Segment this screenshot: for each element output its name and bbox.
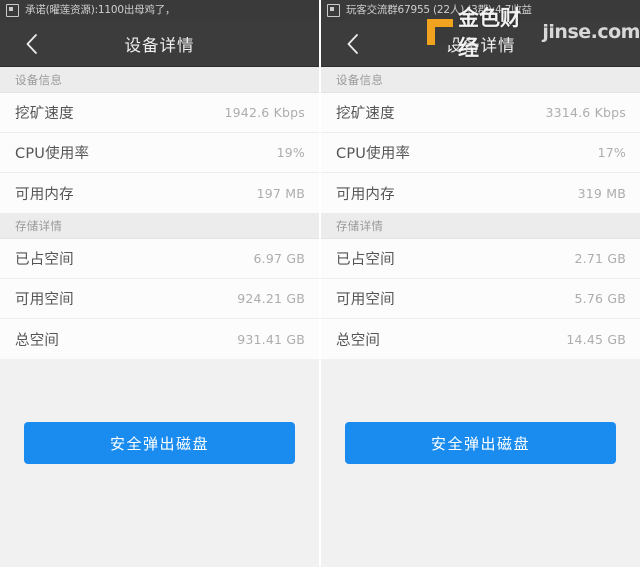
panel-left: 承诺(曜莲资源):1100出母鸡了， 设备详情 设备信息 挖矿速度 1942.6… bbox=[0, 0, 319, 567]
chevron-left-icon bbox=[26, 33, 37, 54]
row-value: 931.41 GB bbox=[237, 331, 305, 347]
section-header-device-info: 设备信息 bbox=[321, 67, 640, 93]
storage-detail-rows: 已占空间 2.71 GB 可用空间 5.76 GB 总空间 14.45 GB bbox=[321, 239, 640, 359]
table-row[interactable]: 总空间 931.41 GB bbox=[0, 319, 319, 359]
back-button[interactable] bbox=[339, 29, 365, 59]
safe-eject-disk-button[interactable]: 安全弹出磁盘 bbox=[24, 422, 295, 464]
table-row[interactable]: 挖矿速度 3314.6 Kbps bbox=[321, 93, 640, 133]
row-label: CPU使用率 bbox=[336, 146, 411, 162]
table-row[interactable]: 可用空间 924.21 GB bbox=[0, 279, 319, 319]
row-label: 可用空间 bbox=[336, 292, 395, 308]
row-label: 可用内存 bbox=[336, 186, 395, 203]
section-header-storage-detail: 存储详情 bbox=[0, 213, 319, 239]
table-row[interactable]: 总空间 14.45 GB bbox=[321, 319, 640, 359]
device-info-rows: 挖矿速度 1942.6 Kbps CPU使用率 19% 可用内存 197 MB bbox=[0, 93, 319, 213]
table-row[interactable]: CPU使用率 19% bbox=[0, 133, 319, 173]
row-label: 挖矿速度 bbox=[336, 106, 395, 122]
content-spacer bbox=[321, 359, 640, 398]
row-value: 14.45 GB bbox=[566, 331, 626, 347]
section-header-device-info: 设备信息 bbox=[0, 67, 319, 93]
chevron-left-icon bbox=[347, 33, 358, 54]
row-value: 5.76 GB bbox=[574, 291, 626, 306]
row-value: 6.97 GB bbox=[253, 251, 305, 266]
action-area: 安全弹出磁盘 bbox=[321, 398, 640, 464]
status-bar-text: 承诺(曜莲资源):1100出母鸡了， bbox=[25, 4, 176, 16]
page-title: 设备详情 bbox=[124, 35, 195, 55]
status-bar-right: 玩客交流群67955 (22人) (3郡):4.7收益 bbox=[321, 0, 640, 21]
row-value: 319 MB bbox=[577, 185, 626, 201]
title-bar-right: 设备详情 bbox=[321, 21, 640, 67]
content-right: 设备信息 挖矿速度 3314.6 Kbps CPU使用率 17% 可用内存 31… bbox=[321, 67, 640, 567]
table-row[interactable]: 已占空间 2.71 GB bbox=[321, 239, 640, 279]
row-label: 已占空间 bbox=[15, 252, 74, 268]
content-spacer bbox=[0, 359, 319, 398]
storage-detail-rows: 已占空间 6.97 GB 可用空间 924.21 GB 总空间 931.41 G… bbox=[0, 239, 319, 359]
panel-right: 玩客交流群67955 (22人) (3郡):4.7收益 设备详情 设备信息 挖矿… bbox=[321, 0, 640, 567]
status-bar-left: 承诺(曜莲资源):1100出母鸡了， bbox=[0, 0, 319, 21]
row-value: 1942.6 Kbps bbox=[224, 105, 305, 120]
row-label: 总空间 bbox=[336, 332, 381, 349]
notification-square-icon bbox=[6, 4, 19, 17]
row-label: 挖矿速度 bbox=[15, 106, 74, 122]
row-value: 19% bbox=[276, 145, 305, 160]
table-row[interactable]: 可用内存 197 MB bbox=[0, 173, 319, 213]
table-row[interactable]: 可用内存 319 MB bbox=[321, 173, 640, 213]
row-label: 已占空间 bbox=[336, 252, 395, 268]
status-bar-text: 玩客交流群67955 (22人) (3郡):4.7收益 bbox=[346, 4, 532, 16]
table-row[interactable]: 已占空间 6.97 GB bbox=[0, 239, 319, 279]
action-area: 安全弹出磁盘 bbox=[0, 398, 319, 464]
device-info-rows: 挖矿速度 3314.6 Kbps CPU使用率 17% 可用内存 319 MB bbox=[321, 93, 640, 213]
row-label: 可用内存 bbox=[15, 186, 74, 203]
notification-square-icon bbox=[327, 4, 340, 17]
row-value: 924.21 GB bbox=[237, 291, 305, 306]
table-row[interactable]: 挖矿速度 1942.6 Kbps bbox=[0, 93, 319, 133]
row-label: 总空间 bbox=[15, 332, 60, 349]
safe-eject-disk-button[interactable]: 安全弹出磁盘 bbox=[345, 422, 616, 464]
row-value: 17% bbox=[597, 145, 626, 160]
row-value: 197 MB bbox=[256, 185, 305, 201]
row-value: 2.71 GB bbox=[574, 251, 626, 266]
dual-screenshot-composite: 承诺(曜莲资源):1100出母鸡了， 设备详情 设备信息 挖矿速度 1942.6… bbox=[0, 0, 640, 567]
back-button[interactable] bbox=[18, 29, 44, 59]
title-bar-left: 设备详情 bbox=[0, 21, 319, 67]
row-value: 3314.6 Kbps bbox=[545, 105, 626, 120]
content-left: 设备信息 挖矿速度 1942.6 Kbps CPU使用率 19% 可用内存 19… bbox=[0, 67, 319, 567]
page-title: 设备详情 bbox=[445, 35, 516, 55]
table-row[interactable]: CPU使用率 17% bbox=[321, 133, 640, 173]
row-label: CPU使用率 bbox=[15, 146, 90, 162]
table-row[interactable]: 可用空间 5.76 GB bbox=[321, 279, 640, 319]
section-header-storage-detail: 存储详情 bbox=[321, 213, 640, 239]
row-label: 可用空间 bbox=[15, 292, 74, 308]
